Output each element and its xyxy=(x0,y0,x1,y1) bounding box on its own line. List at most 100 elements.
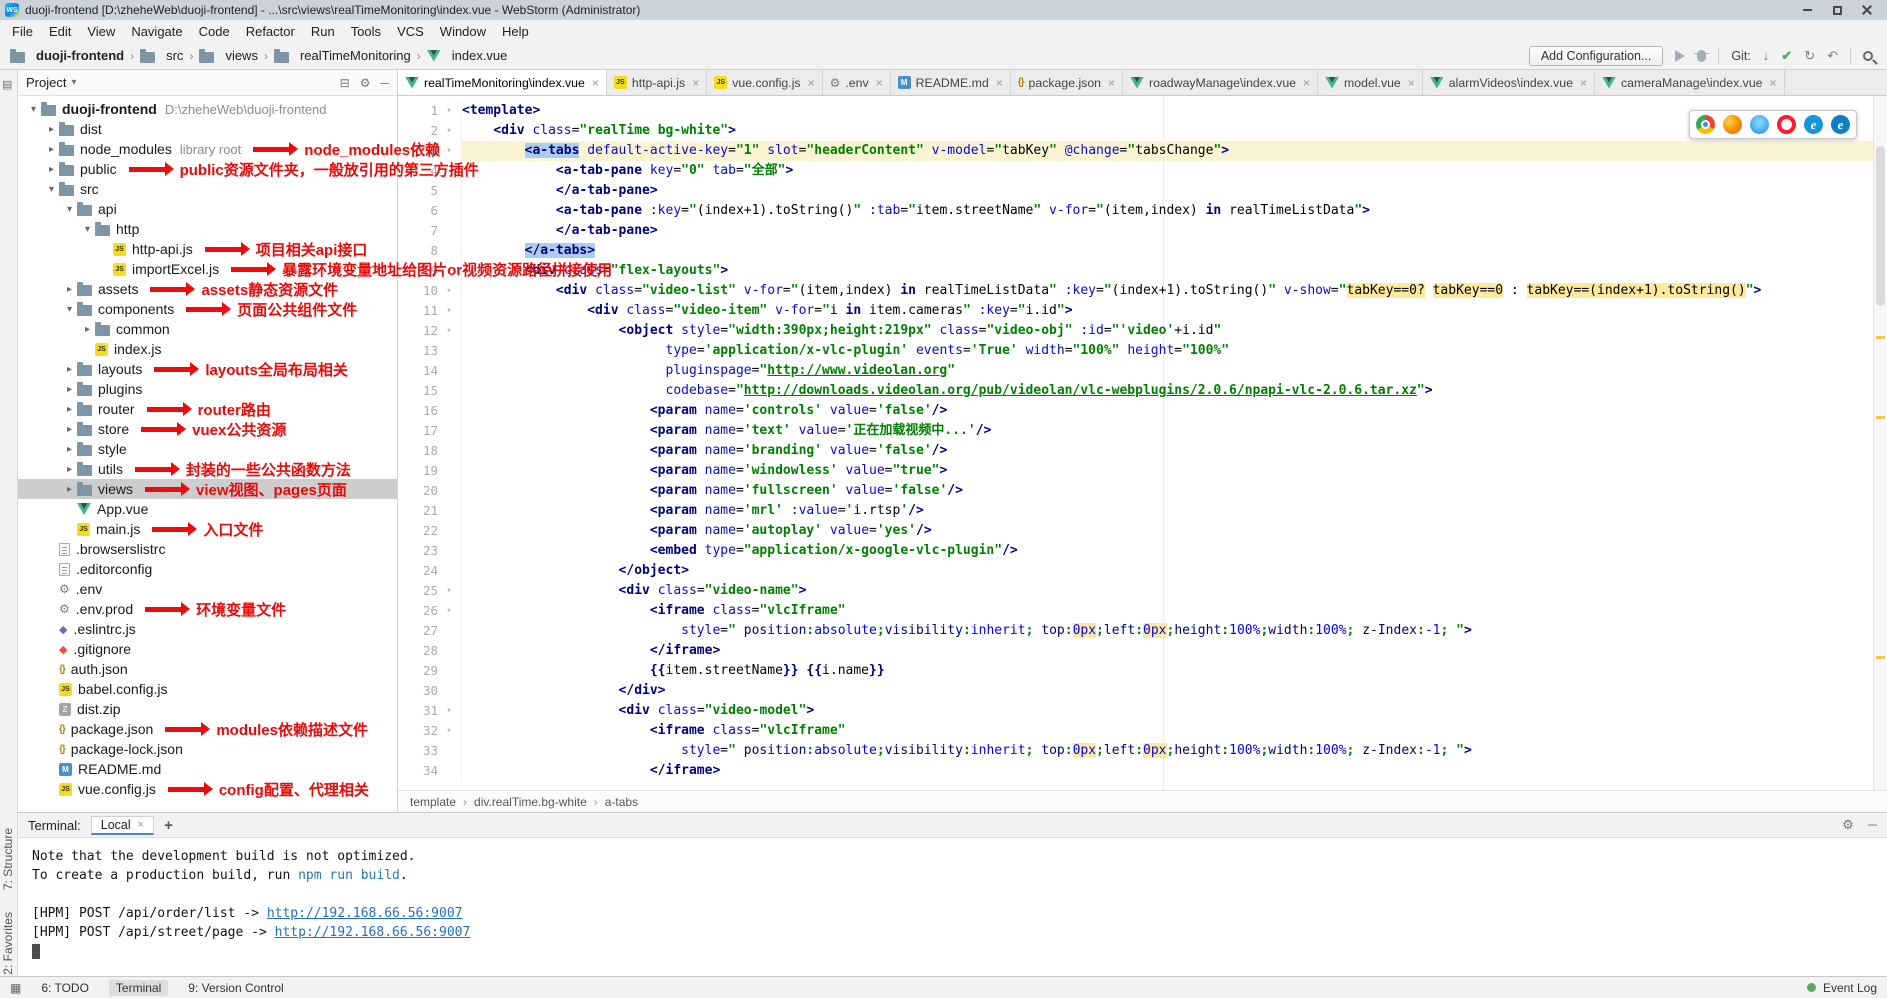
tree-item-readme-md[interactable]: MREADME.md xyxy=(18,759,397,779)
opera-icon[interactable] xyxy=(1777,115,1796,134)
editor-tab-realtimemonitoring-index-vue[interactable]: realTimeMonitoring\index.vue× xyxy=(398,70,607,95)
line-number[interactable]: 30 xyxy=(398,681,438,701)
status-todo[interactable]: 6: TODO xyxy=(41,981,89,995)
tree-item-public[interactable]: ▸publicpublic资源文件夹，一般放引用的第三方插件 xyxy=(18,159,397,179)
fold-icon[interactable]: ▾ xyxy=(438,721,460,741)
close-icon[interactable]: × xyxy=(876,76,883,90)
new-terminal-icon[interactable]: + xyxy=(164,817,173,834)
toolwindow-button-favorites[interactable]: 2: Favorites xyxy=(1,912,15,975)
menu-item-refactor[interactable]: Refactor xyxy=(238,22,303,41)
status-version-control[interactable]: 9: Version Control xyxy=(188,981,283,995)
editor-tab-model-vue[interactable]: model.vue× xyxy=(1318,70,1423,95)
menu-item-edit[interactable]: Edit xyxy=(41,22,79,41)
tree-item-components[interactable]: ▾components页面公共组件文件 xyxy=(18,299,397,319)
ie-icon[interactable]: e xyxy=(1804,115,1823,134)
line-number[interactable]: 13 xyxy=(398,341,438,361)
line-number[interactable]: 33 xyxy=(398,741,438,761)
tree-item-utils[interactable]: ▸utils封装的一些公共函数方法 xyxy=(18,459,397,479)
terminal-settings-icon[interactable]: ⚙ xyxy=(1842,817,1854,833)
breadcrumb-item-index-vue[interactable]: index.vue xyxy=(427,48,508,63)
close-icon[interactable]: × xyxy=(692,76,699,90)
terminal-tab-local[interactable]: Local × xyxy=(91,816,154,835)
tree-item-env[interactable]: ⚙.env xyxy=(18,579,397,599)
git-commit-icon[interactable]: ✔ xyxy=(1781,49,1792,62)
tree-item-http[interactable]: ▾http xyxy=(18,219,397,239)
editor-tab-env[interactable]: ⚙.env× xyxy=(823,70,891,95)
chevron-down-icon[interactable]: ▾ xyxy=(62,304,77,315)
edge-icon[interactable]: e xyxy=(1831,115,1850,134)
debug-icon[interactable] xyxy=(1697,50,1706,62)
close-icon[interactable]: × xyxy=(1770,76,1777,90)
tree-item-common[interactable]: ▸common xyxy=(18,319,397,339)
chevron-down-icon[interactable]: ▾ xyxy=(26,104,41,115)
line-number[interactable]: 29 xyxy=(398,661,438,681)
minimize-button[interactable] xyxy=(1792,1,1822,19)
line-number[interactable]: 14 xyxy=(398,361,438,381)
editor-tab-http-api-js[interactable]: JShttp-api.js× xyxy=(607,70,707,95)
close-icon[interactable]: × xyxy=(592,76,599,90)
project-panel-title[interactable]: Project xyxy=(26,75,66,90)
line-number[interactable]: 19 xyxy=(398,461,438,481)
line-number[interactable]: 34 xyxy=(398,761,438,781)
tree-item-eslintrc-js[interactable]: ◆.eslintrc.js xyxy=(18,619,397,639)
line-number[interactable]: 18 xyxy=(398,441,438,461)
line-number[interactable]: 23 xyxy=(398,541,438,561)
project-toolwindow-icon[interactable]: ▤ xyxy=(2,78,12,91)
tree-item-browserslistrc[interactable]: .browserslistrc xyxy=(18,539,397,559)
editor-tab-roadwaymanage-index-vue[interactable]: roadwayManage\index.vue× xyxy=(1123,70,1318,95)
breadcrumb-item-src[interactable]: src xyxy=(140,48,183,63)
close-icon[interactable]: × xyxy=(1303,76,1310,90)
chevron-right-icon[interactable]: ▸ xyxy=(44,144,59,155)
editor-scrollbar[interactable] xyxy=(1873,96,1887,790)
maximize-button[interactable] xyxy=(1822,1,1852,19)
menu-item-view[interactable]: View xyxy=(79,22,123,41)
close-icon[interactable]: × xyxy=(1108,76,1115,90)
tree-item-views[interactable]: ▸viewsview视图、pages页面 xyxy=(18,479,397,499)
chevron-right-icon[interactable]: ▸ xyxy=(62,464,77,475)
tree-item-src[interactable]: ▾src xyxy=(18,179,397,199)
chevron-down-icon[interactable]: ▾ xyxy=(71,77,76,88)
chevron-right-icon[interactable]: ▸ xyxy=(44,164,59,175)
toolwindow-switcher-icon[interactable]: ▦ xyxy=(10,981,21,995)
add-configuration-button[interactable]: Add Configuration... xyxy=(1529,46,1664,66)
fold-icon[interactable]: ▾ xyxy=(438,321,460,341)
close-icon[interactable]: × xyxy=(808,76,815,90)
gear-icon[interactable]: ⚙ xyxy=(360,76,371,90)
close-button[interactable] xyxy=(1852,1,1882,19)
editor-tab-alarmvideos-index-vue[interactable]: alarmVideos\index.vue× xyxy=(1423,70,1595,95)
line-number[interactable]: 21 xyxy=(398,501,438,521)
line-number[interactable]: 22 xyxy=(398,521,438,541)
fold-icon[interactable]: ▾ xyxy=(438,701,460,721)
tree-item-babel-config-js[interactable]: JSbabel.config.js xyxy=(18,679,397,699)
line-number[interactable]: 12 xyxy=(398,321,438,341)
status-terminal[interactable]: Terminal xyxy=(109,980,168,996)
tree-item-main-js[interactable]: JSmain.js入口文件 xyxy=(18,519,397,539)
chevron-down-icon[interactable]: ▾ xyxy=(62,204,77,215)
tree-item-layouts[interactable]: ▸layoutslayouts全局布局相关 xyxy=(18,359,397,379)
editor-tab-cameramanage-index-vue[interactable]: cameraManage\index.vue× xyxy=(1595,70,1785,95)
fold-icon[interactable]: ▾ xyxy=(438,101,460,121)
editor-tab-vue-config-js[interactable]: JSvue.config.js× xyxy=(707,70,822,95)
terminal-link[interactable]: http://192.168.66.56:9007 xyxy=(267,906,463,921)
toolwindow-button-structure[interactable]: 7: Structure xyxy=(1,828,15,890)
collapse-all-icon[interactable]: ⊟ xyxy=(340,76,350,90)
code-editor[interactable]: 1▾<template>2▾ <div class="realTime bg-w… xyxy=(398,96,1887,790)
line-number[interactable]: 27 xyxy=(398,621,438,641)
line-number[interactable]: 5 xyxy=(398,181,438,201)
menu-item-code[interactable]: Code xyxy=(191,22,238,41)
tree-item-index-js[interactable]: JSindex.js xyxy=(18,339,397,359)
editor-breadcrumb-item-div-realtime-bg-white[interactable]: div.realTime.bg-white xyxy=(474,795,587,809)
chevron-right-icon[interactable]: ▸ xyxy=(62,484,77,495)
tree-item-importexcel-js[interactable]: JSimportExcel.js暴露环境变量地址给图片or视频资源路径拼接使用 xyxy=(18,259,397,279)
chrome-icon[interactable] xyxy=(1696,115,1715,134)
git-history-icon[interactable]: ↻ xyxy=(1804,49,1815,62)
close-icon[interactable]: × xyxy=(996,76,1003,90)
tree-item-store[interactable]: ▸storevuex公共资源 xyxy=(18,419,397,439)
tree-item-package-lock-json[interactable]: {}package-lock.json xyxy=(18,739,397,759)
line-number[interactable]: 15 xyxy=(398,381,438,401)
hide-panel-icon[interactable]: ─ xyxy=(380,76,389,90)
chevron-right-icon[interactable]: ▸ xyxy=(62,364,77,375)
fold-icon[interactable]: ▾ xyxy=(438,601,460,621)
line-number[interactable]: 24 xyxy=(398,561,438,581)
status-event-log[interactable]: Event Log xyxy=(1823,981,1877,995)
